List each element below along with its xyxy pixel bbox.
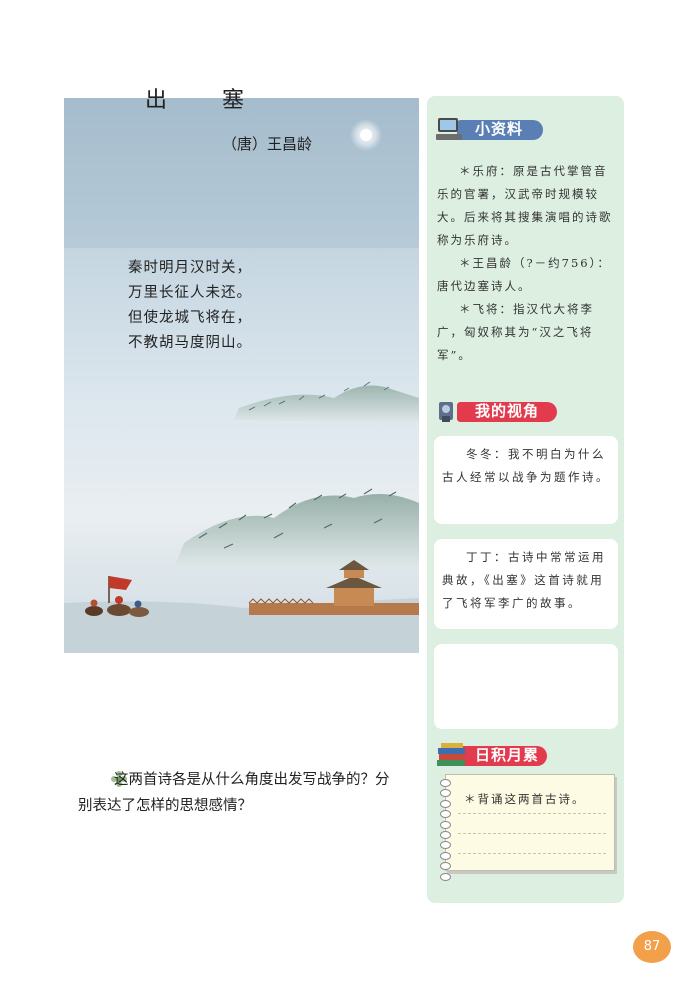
- comment-text: 丁丁：古诗中常常运用典故，《出塞》这首诗就用了飞将军李广的故事。: [442, 550, 606, 610]
- comment-card: 冬冬：我不明白为什么古人经常以战争为题作诗。: [434, 436, 618, 524]
- resources-text: ＊乐府：原是古代掌管音乐的官署，汉武帝时规模较大。后来将其搜集演唱的诗歌称为乐府…: [437, 160, 619, 367]
- camera-icon: [439, 402, 453, 422]
- resources-header: 小资料: [435, 116, 555, 142]
- poem-line: 但使龙城飞将在，: [128, 310, 252, 326]
- notebook-card: ＊背诵这两首古诗。: [440, 774, 615, 881]
- views-header: 我的视角: [435, 398, 565, 424]
- distant-mountains: [234, 385, 419, 423]
- discussion-question: 这两首诗各是从什么角度出发写战争的？分别表达了怎样的思想感情？: [78, 772, 390, 814]
- daily-header: 日积月累: [435, 742, 555, 768]
- comment-card-empty: [434, 644, 618, 729]
- poem-line: 万里长征人未还。: [128, 285, 252, 301]
- daily-task: ＊背诵这两首古诗。: [464, 792, 586, 806]
- poem-title: 出 塞: [145, 88, 268, 113]
- resource-note: ＊飞将：指汉代大将李广，匈奴称其为“汉之飞将军”。: [437, 302, 594, 362]
- resource-note: ＊乐府：原是古代掌管音乐的官署，汉武帝时规模较大。后来将其搜集演唱的诗歌称为乐府…: [437, 164, 613, 247]
- poem-author: （唐）王昌龄: [222, 135, 313, 153]
- resources-title: 小资料: [475, 120, 524, 138]
- sidebar: 小资料 ＊乐府：原是古代掌管音乐的官署，汉武帝时规模较大。后来将其搜集演唱的诗歌…: [427, 96, 624, 903]
- page-number: 87: [633, 931, 671, 963]
- poem-line: 不教胡马度阴山。: [128, 335, 252, 351]
- comment-text: [434, 644, 618, 658]
- poem-line: 秦时明月汉时关，: [128, 260, 252, 276]
- books-icon: [437, 743, 465, 766]
- notebook-spiral: [440, 779, 452, 883]
- resource-note: ＊王昌龄（?－约756）：唐代边塞诗人。: [437, 256, 611, 293]
- fortress: [248, 560, 419, 615]
- views-title: 我的视角: [475, 402, 540, 420]
- computer-icon: [436, 118, 462, 140]
- horsemen: [85, 576, 149, 617]
- middle-mountains: [174, 494, 419, 568]
- poem-illustration: [64, 98, 419, 653]
- landscape-painting: [64, 98, 419, 653]
- comment-text: 冬冬：我不明白为什么古人经常以战争为题作诗。: [442, 447, 610, 484]
- daily-title: 日积月累: [475, 746, 540, 764]
- comment-card: 丁丁：古诗中常常运用典故，《出塞》这首诗就用了飞将军李广的故事。: [434, 539, 618, 629]
